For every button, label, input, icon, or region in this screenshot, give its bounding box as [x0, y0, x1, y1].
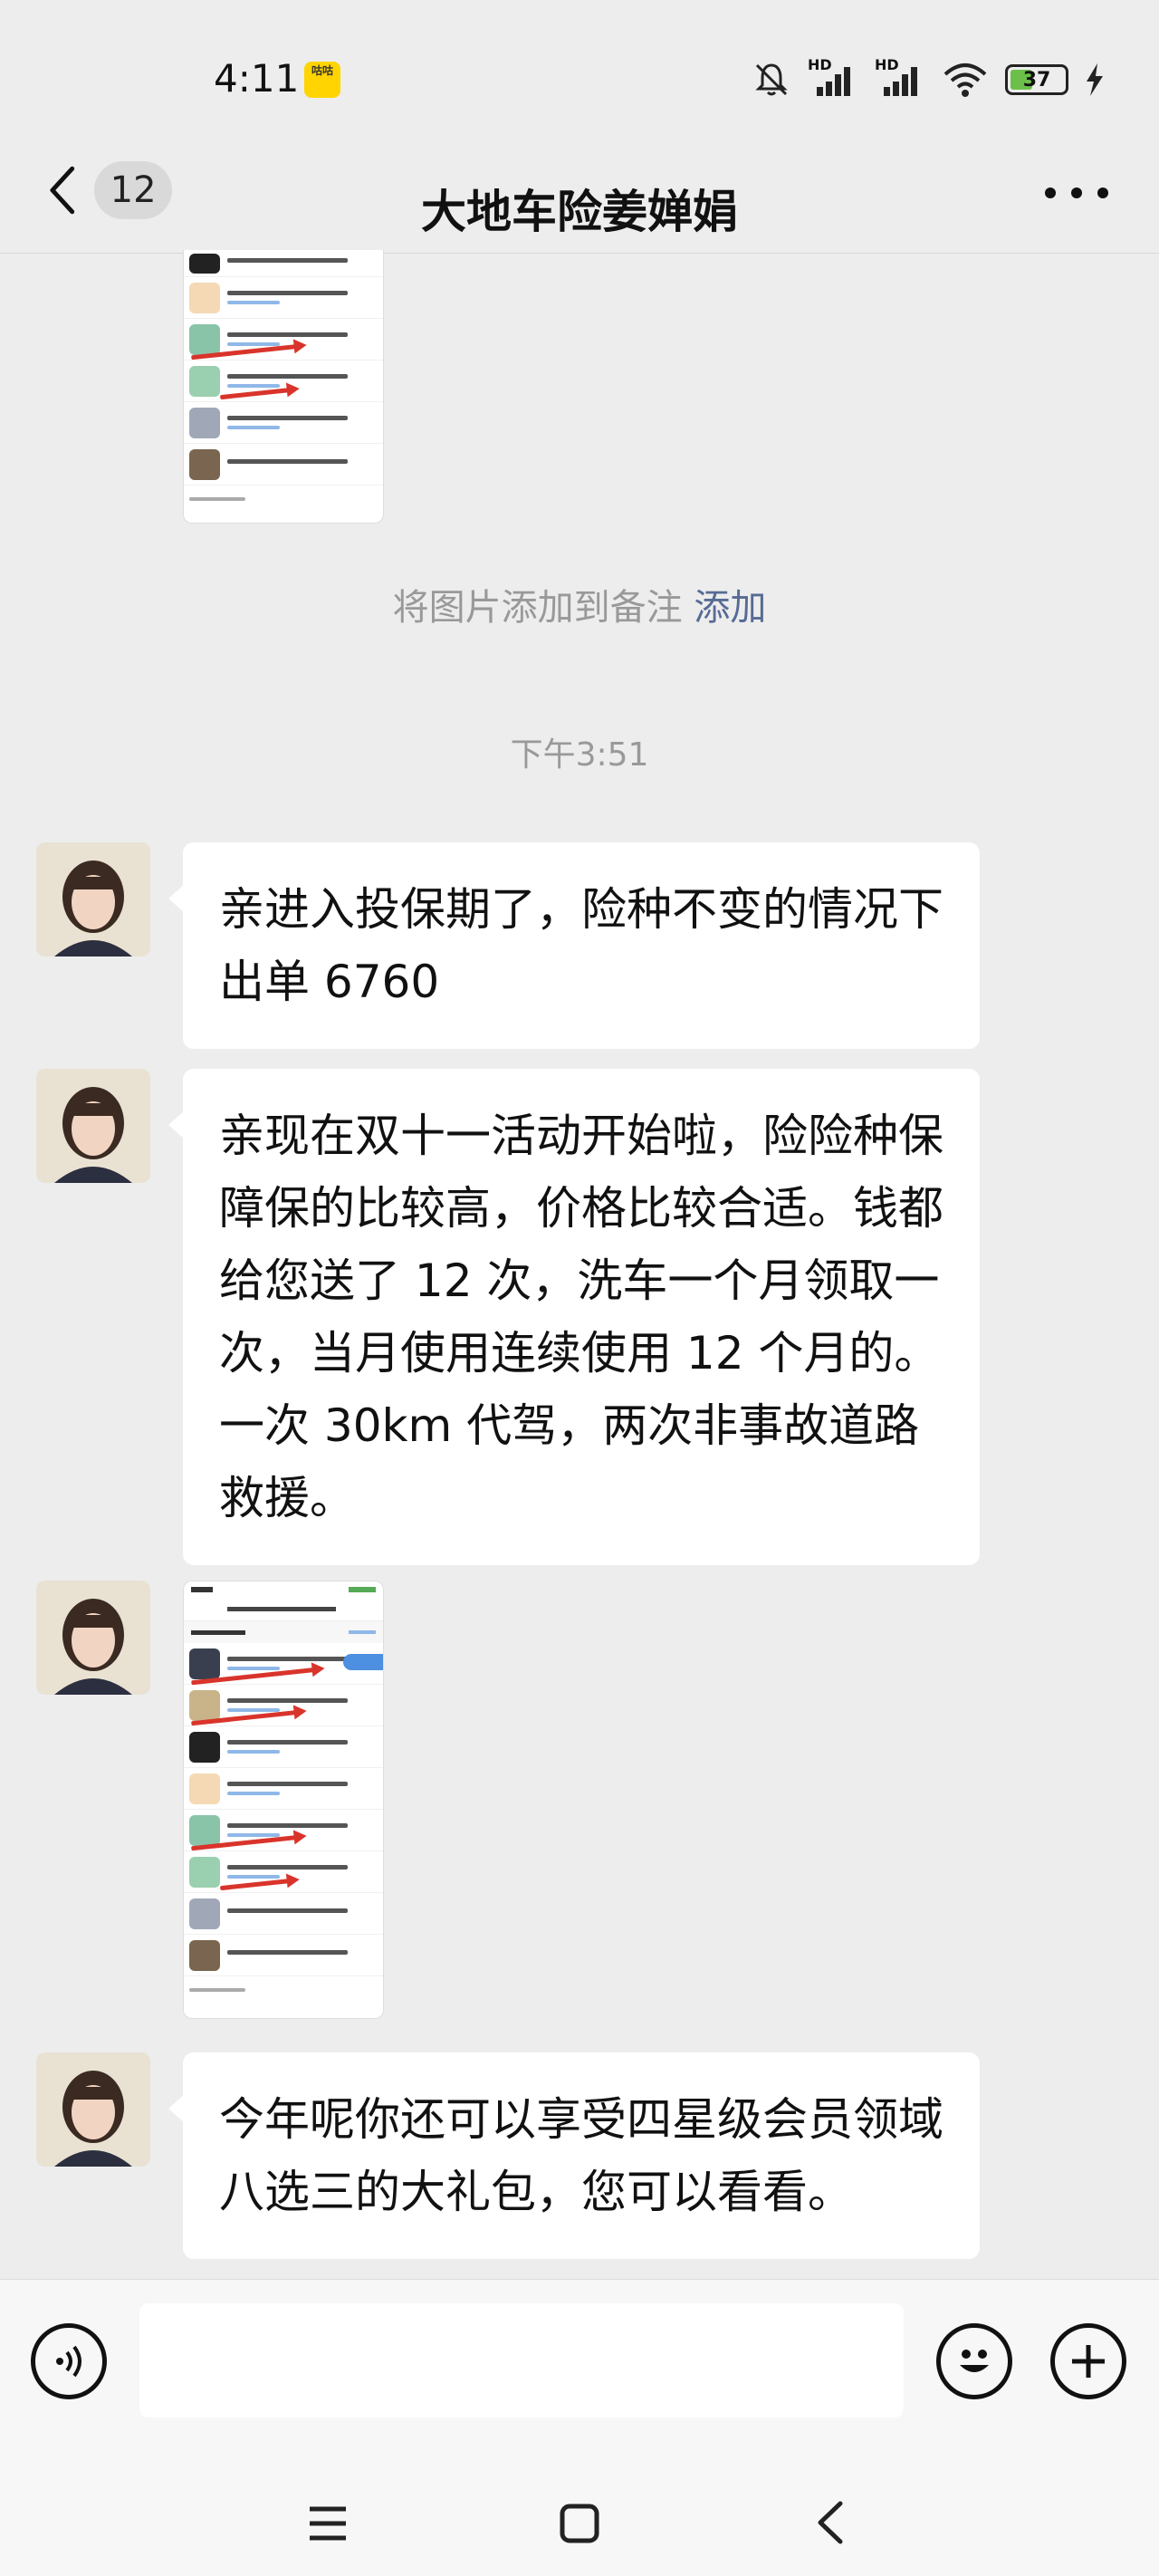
thumb-row — [184, 1685, 383, 1726]
voice-icon — [56, 2345, 81, 2378]
thumb-row — [184, 485, 383, 513]
avatar[interactable] — [36, 1069, 150, 1183]
battery-icon: 37 — [1005, 64, 1068, 95]
thumb-row — [184, 1851, 383, 1893]
thumb-row — [184, 277, 383, 319]
thumb-row — [184, 444, 383, 485]
thumb-row — [184, 1935, 383, 1976]
app-notification-icon: 咕咕 — [304, 62, 340, 98]
chat-header: 12 大地车险姜婵娟 — [0, 127, 1159, 254]
signal-1-icon: HD — [808, 56, 858, 98]
thumb-statusbar — [184, 1581, 383, 1598]
thumb-row — [184, 360, 383, 402]
image-message[interactable] — [183, 1581, 384, 2019]
thumb-tag — [343, 1654, 383, 1670]
wifi-icon — [943, 63, 987, 97]
status-time: 4:11 — [214, 56, 300, 101]
dot-icon — [1097, 187, 1108, 198]
chat-title: 大地车险姜婵娟 — [421, 186, 738, 238]
thumb-row — [184, 1726, 383, 1768]
status-icons: HD HD 37 — [752, 56, 1105, 100]
smile-icon — [960, 2350, 989, 2372]
message-timestamp: 下午3:51 — [510, 736, 649, 774]
note-text: 将图片添加到备注 — [392, 587, 683, 629]
avatar[interactable] — [36, 2052, 150, 2167]
thumb-row — [184, 1643, 383, 1686]
avatar[interactable] — [36, 842, 150, 956]
system-nav-bar — [0, 2446, 1159, 2576]
thumb-row — [184, 1893, 383, 1935]
thumb-header — [184, 1598, 383, 1621]
add-note-link[interactable]: 添加 — [694, 587, 766, 629]
thumb-row — [184, 1768, 383, 1810]
more-actions-button[interactable] — [1050, 2323, 1126, 2399]
thumb-row — [184, 250, 383, 277]
menu-icon[interactable] — [306, 2505, 350, 2542]
thumb-row — [184, 402, 383, 444]
avatar[interactable] — [36, 1581, 150, 1695]
message-bubble[interactable]: 今年呢你还可以享受四星级会员领域八选三的大礼包，您可以看看。 — [168, 2052, 980, 2259]
message-bubble[interactable]: 亲现在双十一活动开始啦，险险种保障保的比较高，价格比较合适。钱都给您送了 12 … — [168, 1069, 980, 1565]
signal-2-icon: HD — [875, 56, 925, 98]
thumb-row — [184, 1976, 383, 2004]
voice-input-button[interactable] — [31, 2323, 107, 2399]
message-input[interactable] — [139, 2303, 904, 2417]
input-bar — [0, 2279, 1159, 2446]
more-options-button[interactable] — [1045, 179, 1108, 207]
message-bubble[interactable]: 亲进入投保期了，险种不变的情况下出单 6760 — [168, 842, 980, 1049]
plus-icon — [1072, 2345, 1105, 2378]
emoji-button[interactable] — [936, 2323, 1012, 2399]
home-icon[interactable] — [560, 2504, 599, 2543]
mute-icon — [755, 63, 788, 96]
battery-level: 37 — [1022, 68, 1051, 91]
dot-icon — [1071, 187, 1082, 198]
thumb-tabbar — [184, 1621, 383, 1643]
image-message-partial[interactable] — [183, 250, 384, 524]
charging-icon — [1087, 63, 1103, 96]
thumb-row — [184, 319, 383, 360]
thumb-row — [184, 1810, 383, 1851]
dot-icon — [1045, 187, 1056, 198]
add-image-note: 将图片添加到备注 添加 — [0, 578, 1159, 630]
back-nav-icon[interactable] — [815, 2500, 846, 2545]
